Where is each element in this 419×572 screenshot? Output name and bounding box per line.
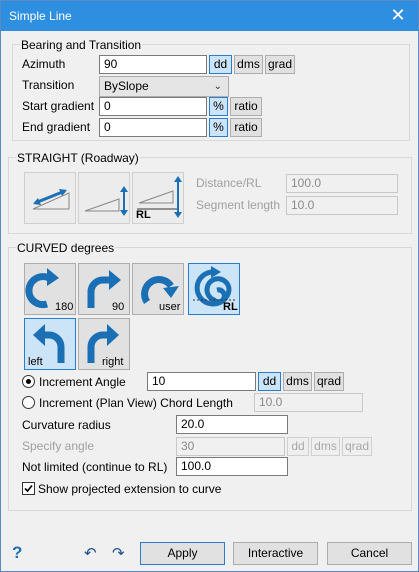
increment-angle-radio[interactable] [22,375,35,388]
curve-90-caption: 90 [112,301,125,313]
redo-icon[interactable]: ↷ [112,544,125,562]
chord-length-input: 10.0 [254,393,363,412]
increment-angle-label: Increment Angle [39,375,126,389]
start-gradient-input[interactable]: 0 [99,97,207,116]
specify-angle-input: 30 [176,437,285,456]
apply-button[interactable]: Apply [140,542,225,565]
specify-angle-label: Specify angle [22,439,95,453]
show-projected-checkbox[interactable] [22,482,35,495]
undo-icon[interactable]: ↶ [84,544,97,562]
end-gradient-label: End gradient [22,120,91,134]
curve-left-button[interactable]: left [24,318,76,370]
increment-angle-input[interactable]: 10 [147,372,256,391]
start-gradient-label: Start gradient [22,99,95,113]
help-icon[interactable]: ? [12,543,22,563]
curve-90-button[interactable]: 90 [78,263,130,315]
curve-left-caption: left [28,356,43,368]
curve-rl-button[interactable]: RL [188,263,240,315]
close-icon[interactable]: ✕ [378,1,418,30]
curve-right-button[interactable]: right [78,318,130,370]
checkmark-icon [24,484,33,493]
straight-distance-icon [84,186,128,216]
start-gradient-ratio-button[interactable]: ratio [230,97,262,116]
curve-user-caption: user [159,301,181,313]
straight-rl-button: RL [132,172,184,224]
transition-select[interactable]: BySlope ⌄ [99,76,229,97]
curve-rl-caption: RL [223,301,238,313]
azimuth-unit-grad[interactable]: grad [265,55,295,74]
azimuth-unit-dd[interactable]: dd [209,55,232,74]
curve-180-button[interactable]: 180 [24,263,76,315]
straight-group-title: STRAIGHT (Roadway) [16,151,140,165]
end-gradient-input[interactable]: 0 [99,118,207,137]
increment-unit-dms[interactable]: dms [283,372,312,391]
curve-180-caption: 180 [55,301,74,313]
curvature-radius-input[interactable]: 20.0 [176,415,288,434]
bearing-group-title: Bearing and Transition [20,38,143,52]
chord-length-radio[interactable] [22,396,35,409]
specify-unit-dd: dd [287,437,309,456]
transition-label: Transition [22,78,75,92]
azimuth-unit-dms[interactable]: dms [234,55,263,74]
increment-unit-dd[interactable]: dd [258,372,281,391]
curvature-radius-label: Curvature radius [22,418,111,432]
simple-line-dialog: Simple Line ✕ Bearing and Transition Azi… [0,0,419,572]
not-limited-input[interactable]: 100.0 [176,457,288,476]
window-title: Simple Line [9,9,72,23]
not-limited-label: Not limited (continue to RL) [22,460,168,474]
distance-label: Distance/RL [196,176,262,190]
straight-distance-button [78,172,130,224]
straight-rl-caption: RL [136,209,151,221]
straight-slope-button [24,172,76,224]
chord-length-label: Increment (Plan View) Chord Length [39,396,233,410]
specify-unit-qrad: qrad [342,437,372,456]
straight-slope-icon [32,189,70,210]
transition-value: BySlope [104,79,149,93]
curve-user-button[interactable]: user [132,263,184,315]
increment-unit-qrad[interactable]: qrad [314,372,344,391]
interactive-button[interactable]: Interactive [233,542,318,565]
title-bar: Simple Line ✕ [1,1,418,31]
azimuth-label: Azimuth [22,57,66,71]
end-gradient-percent-button[interactable]: % [209,118,228,137]
distance-input: 100.0 [286,174,398,193]
segment-length-label: Segment length [196,198,281,212]
curve-right-caption: right [102,356,124,368]
segment-length-input: 10.0 [286,196,398,215]
show-projected-label: Show projected extension to curve [38,482,222,496]
cancel-button[interactable]: Cancel [327,542,412,565]
start-gradient-percent-button[interactable]: % [209,97,228,116]
end-gradient-ratio-button[interactable]: ratio [230,118,262,137]
chevron-down-icon: ⌄ [213,81,222,92]
specify-unit-dms: dms [311,437,340,456]
azimuth-input[interactable]: 90 [99,55,207,74]
curved-group-title: CURVED degrees [16,241,116,255]
